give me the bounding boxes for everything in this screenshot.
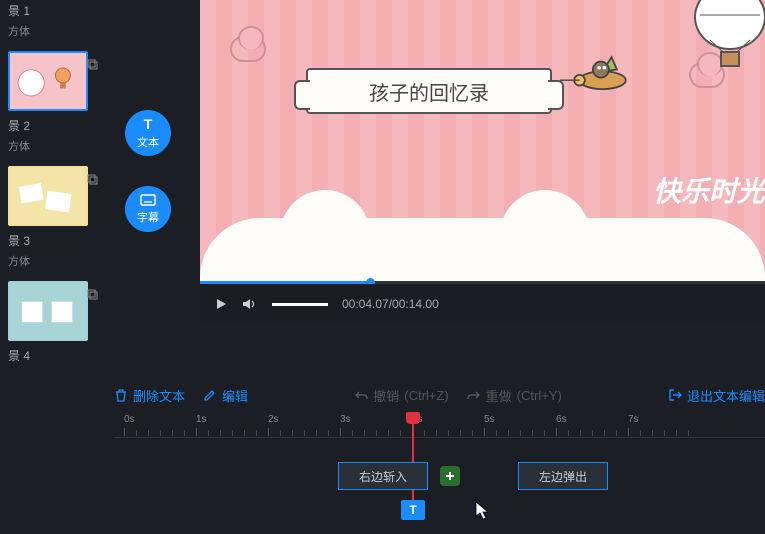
timeline: 0s1s2s3s4s5s6s7s 右边斩入 左边弹出 T xyxy=(114,414,765,534)
overlap-icon xyxy=(86,287,96,297)
text-icon: T xyxy=(139,116,157,132)
subtitle-tool-label: 字幕 xyxy=(137,209,159,225)
overlap-icon xyxy=(86,172,96,182)
pencil-icon xyxy=(203,388,217,402)
font-label: 方体 xyxy=(8,251,97,273)
overlap-icon xyxy=(86,57,96,67)
redo-icon xyxy=(467,389,481,401)
transition-in-segment[interactable]: 右边斩入 xyxy=(338,462,428,490)
scene-label: 景 4 xyxy=(8,345,97,366)
scene-item-4[interactable]: 景 4 xyxy=(0,281,105,374)
trash-icon xyxy=(114,388,128,402)
ruler-tick: 1s xyxy=(196,414,207,425)
font-label: 方体 xyxy=(8,21,97,43)
player-controls: 00:04.07/00:14.00 xyxy=(200,284,765,324)
scene-thumbnail[interactable] xyxy=(8,51,88,111)
add-keyframe-button[interactable] xyxy=(440,466,460,486)
ruler-tick: 0s xyxy=(124,414,135,425)
ruler-tick: 7s xyxy=(628,414,639,425)
font-label: 方体 xyxy=(8,136,97,158)
text-tool-label: 文本 xyxy=(137,134,159,150)
svg-text:T: T xyxy=(144,116,153,132)
banner-text: 孩子的回忆录 xyxy=(369,77,489,106)
balloon-illustration xyxy=(685,0,765,70)
volume-icon[interactable] xyxy=(242,297,258,311)
scene-item-3[interactable]: 景 3 方体 xyxy=(0,166,105,281)
transition-out-segment[interactable]: 左边弹出 xyxy=(518,462,608,490)
happy-time-text: 快乐时光 xyxy=(653,170,765,210)
timecode: 00:04.07/00:14.00 xyxy=(342,297,439,311)
volume-slider[interactable] xyxy=(272,303,328,306)
text-marker[interactable]: T xyxy=(401,500,425,520)
exit-text-edit-button[interactable]: 退出文本编辑 xyxy=(668,386,765,405)
plane-illustration xyxy=(560,50,640,110)
ruler-tick: 5s xyxy=(484,414,495,425)
timeline-ruler[interactable]: 0s1s2s3s4s5s6s7s xyxy=(114,414,765,438)
subtitle-tool-button[interactable]: 字幕 xyxy=(125,186,171,232)
text-track: 右边斩入 左边弹出 xyxy=(114,462,765,496)
cloud-decoration xyxy=(230,36,266,62)
redo-button: 重做 (Ctrl+Y) xyxy=(467,386,562,405)
ruler-tick: 2s xyxy=(268,414,279,425)
scene-item-1[interactable]: 景 1 方体 xyxy=(0,0,105,51)
scene-label: 景 2 xyxy=(8,115,97,136)
preview-canvas: 孩子的回忆录 快乐时光 xyxy=(200,0,765,284)
delete-text-button[interactable]: 删除文本 xyxy=(114,386,185,405)
scene-thumbnail[interactable] xyxy=(8,281,88,341)
play-icon[interactable] xyxy=(214,297,228,311)
tool-buttons: T 文本 字幕 xyxy=(125,110,181,262)
plus-icon xyxy=(444,470,456,482)
text-edit-toolbar: 删除文本 编辑 撤销 (Ctrl+Z) 重做 (Ctrl+Y) 退出文本编辑 xyxy=(114,380,765,410)
undo-button: 撤销 (Ctrl+Z) xyxy=(354,386,448,405)
subtitle-icon xyxy=(139,193,157,207)
scene-label: 景 1 xyxy=(8,0,97,21)
clouds-decoration xyxy=(200,218,765,284)
scene-item-2[interactable]: 景 2 方体 xyxy=(0,51,105,166)
scene-thumbnail[interactable] xyxy=(8,166,88,226)
ruler-tick: 6s xyxy=(556,414,567,425)
exit-icon xyxy=(668,388,682,402)
undo-icon xyxy=(354,389,368,401)
title-banner: 孩子的回忆录 xyxy=(306,68,552,114)
scene-list: 景 1 方体 景 2 方体 景 xyxy=(0,0,105,534)
cursor-icon xyxy=(475,501,491,521)
scene-label: 景 3 xyxy=(8,230,97,251)
edit-button[interactable]: 编辑 xyxy=(203,386,248,405)
ruler-tick: 3s xyxy=(340,414,351,425)
text-tool-button[interactable]: T 文本 xyxy=(125,110,171,156)
